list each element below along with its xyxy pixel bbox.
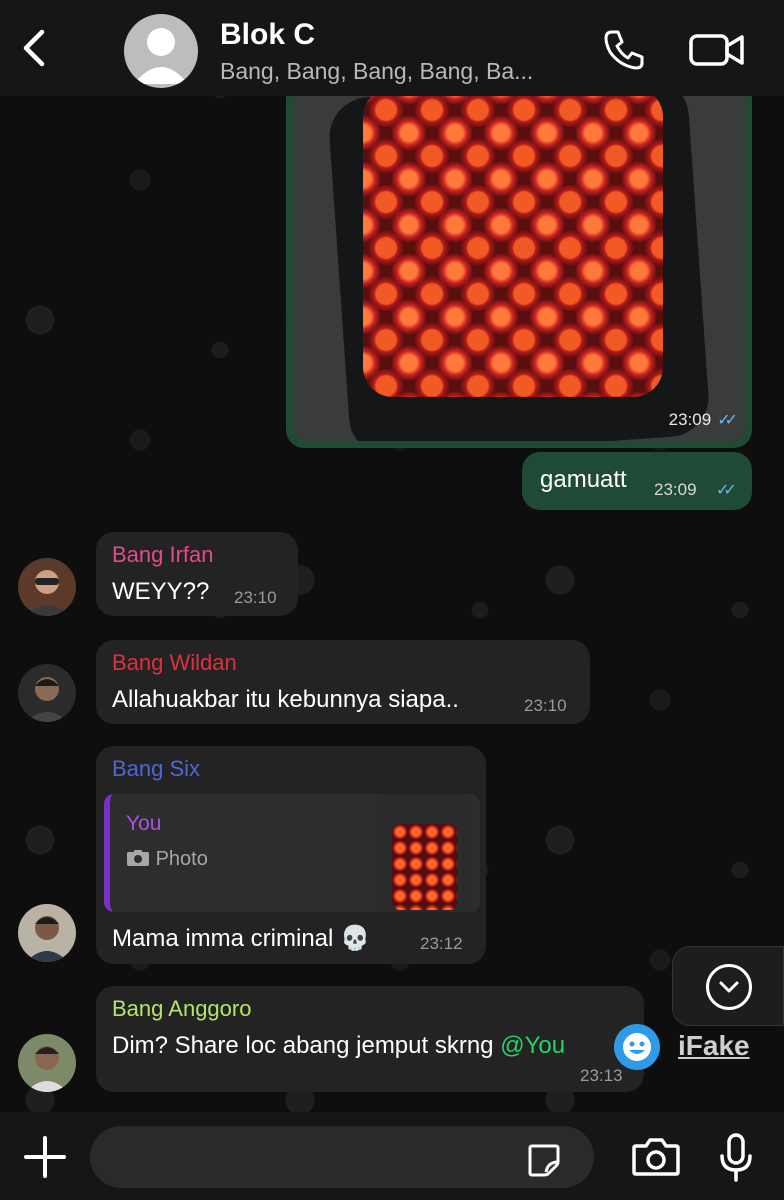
phone-icon — [604, 30, 644, 70]
read-ticks-icon: ✓✓ — [717, 412, 738, 429]
voice-message-button[interactable] — [716, 1132, 756, 1184]
attach-button[interactable] — [22, 1134, 68, 1180]
message-meta: 23:09 ✓✓ — [668, 410, 738, 430]
message-time: 23:12 — [420, 934, 463, 953]
message-text: gamuatt — [540, 466, 627, 493]
video-camera-icon — [689, 34, 744, 66]
video-call-button[interactable] — [688, 28, 746, 72]
chat-header: Blok C Bang, Bang, Bang, Bang, Ba... — [0, 0, 784, 96]
outgoing-image-message[interactable]: 23:09 ✓✓ — [286, 80, 752, 448]
camera-icon — [632, 1138, 680, 1176]
camera-button[interactable] — [630, 1134, 682, 1180]
sender-name[interactable]: Bang Irfan — [112, 542, 214, 568]
message-text: WEYY?? — [112, 578, 210, 605]
message-time: 23:09 — [654, 480, 697, 499]
ifake-logo-icon — [614, 1024, 660, 1070]
read-ticks-icon: ✓✓ — [716, 482, 737, 499]
incoming-message-wildan[interactable]: Bang Wildan Allahuakbar itu kebunnya sia… — [96, 640, 590, 724]
quote-sender: You — [126, 812, 162, 835]
message-input[interactable] — [90, 1126, 594, 1188]
avatar-bang-wildan[interactable] — [18, 664, 76, 722]
sticker-button[interactable] — [526, 1142, 562, 1178]
incoming-message-six[interactable]: Bang Six You Photo Mama imma criminal 💀 … — [96, 746, 486, 964]
scroll-to-bottom-button[interactable] — [672, 946, 784, 1026]
chevron-left-icon — [23, 29, 45, 67]
chat-title[interactable]: Blok C — [220, 18, 315, 52]
microphone-icon — [720, 1133, 752, 1182]
photo-fruit — [363, 87, 663, 397]
sender-name[interactable]: Bang Six — [112, 756, 200, 782]
person-placeholder-icon — [134, 28, 188, 84]
message-text: Allahuakbar itu kebunnya siapa.. — [112, 686, 459, 713]
incoming-message-anggoro[interactable]: Bang Anggoro Dim? Share loc abang jemput… — [96, 986, 644, 1092]
message-time: 23:10 — [234, 588, 277, 607]
sender-name[interactable]: Bang Anggoro — [112, 996, 251, 1022]
quote-type-label: Photo — [155, 848, 208, 870]
quoted-message[interactable]: You Photo — [104, 794, 480, 912]
voice-call-button[interactable] — [600, 26, 648, 74]
sticker-icon — [528, 1144, 560, 1177]
avatar-bang-six[interactable] — [18, 904, 76, 962]
chat-members[interactable]: Bang, Bang, Bang, Bang, Ba... — [220, 58, 590, 85]
group-avatar[interactable] — [124, 14, 198, 88]
message-time: 23:10 — [524, 696, 567, 715]
message-text: Dim? Share loc abang jemput skrng @You — [112, 1032, 565, 1060]
rambutan-photo[interactable] — [293, 87, 745, 441]
avatar-bang-irfan[interactable] — [18, 558, 76, 616]
message-body: Dim? Share loc abang jemput skrng — [112, 1032, 501, 1059]
plus-icon — [24, 1136, 66, 1178]
avatar-bang-anggoro[interactable] — [18, 1034, 76, 1092]
camera-icon — [127, 850, 149, 866]
message-text: Mama imma criminal 💀 — [112, 925, 370, 952]
mention-link[interactable]: @You — [500, 1032, 565, 1059]
incoming-message-irfan[interactable]: Bang Irfan WEYY?? 23:10 — [96, 532, 298, 616]
message-time: 23:09 — [668, 410, 712, 429]
quote-thumbnail — [378, 794, 472, 912]
outgoing-text-message[interactable]: gamuatt 23:09 ✓✓ — [522, 452, 752, 510]
ifake-watermark: iFake — [678, 1030, 750, 1061]
quote-type: Photo — [126, 848, 208, 871]
composer-bar — [0, 1112, 784, 1200]
back-button[interactable] — [14, 28, 54, 68]
chevron-down-icon — [706, 964, 752, 1010]
sender-name[interactable]: Bang Wildan — [112, 650, 237, 676]
